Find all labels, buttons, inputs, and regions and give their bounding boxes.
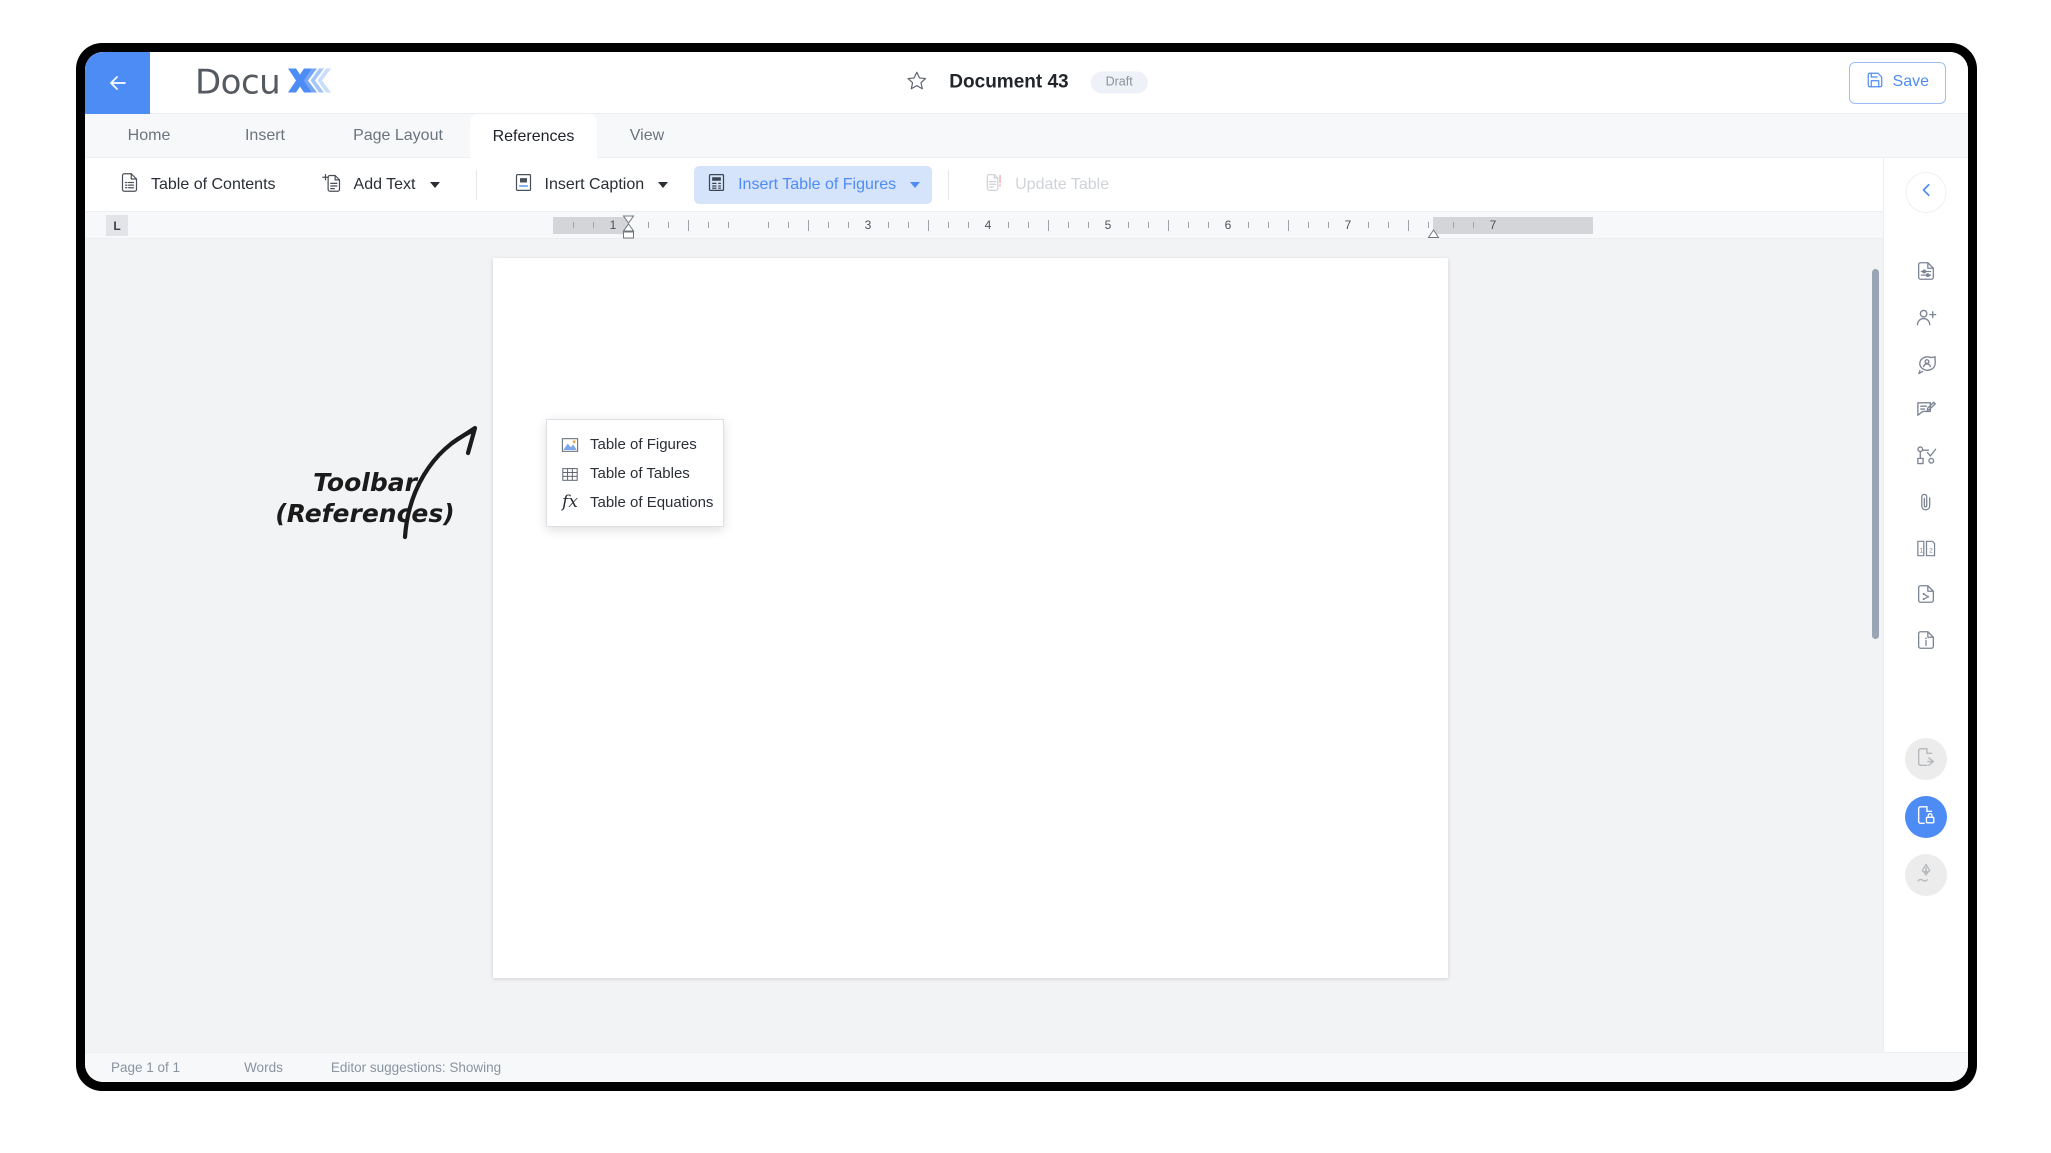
svg-text:2: 2	[1928, 547, 1932, 554]
tab-view[interactable]: View	[612, 114, 682, 158]
editor-suggestions-status[interactable]: Editor suggestions: Showing	[331, 1060, 501, 1075]
tab-home[interactable]: Home	[109, 114, 189, 158]
chevron-left-icon	[1917, 181, 1935, 204]
tab-references[interactable]: References	[470, 114, 597, 159]
menu-item-label: Table of Figures	[590, 436, 697, 453]
add-person-icon[interactable]	[1909, 300, 1943, 334]
insert-table-of-figures-menu[interactable]: Table of Figures Table of Tables fx Tabl…	[546, 419, 724, 527]
toolbar-divider	[948, 169, 950, 200]
ruler-number: 5	[1104, 218, 1112, 232]
status-badge: Draft	[1090, 71, 1148, 94]
ruler-number: 7	[1489, 218, 1497, 232]
image-picture-icon	[561, 436, 579, 454]
tab-page-layout[interactable]: Page Layout	[333, 114, 463, 158]
update-table-button: Update Table	[971, 166, 1121, 204]
page-count-status[interactable]: Page 1 of 1	[111, 1060, 180, 1075]
ruler-corner-tab-stop[interactable]: L	[106, 215, 128, 236]
ruler-number: 7	[1344, 218, 1352, 232]
tab-insert[interactable]: Insert	[225, 114, 305, 158]
back-button[interactable]	[85, 52, 150, 114]
document-lock-button[interactable]	[1905, 796, 1947, 838]
chevron-down-icon	[429, 181, 440, 188]
star-outline-icon[interactable]	[905, 69, 927, 96]
add-text-label: Add Text	[353, 175, 416, 193]
document-version-icon[interactable]	[1909, 577, 1943, 611]
compare-documents-icon[interactable]: 1 2	[1909, 531, 1943, 565]
table-of-contents-label: Table of Contents	[151, 175, 276, 193]
menu-item-table-of-tables[interactable]: Table of Tables	[547, 459, 723, 488]
document-share-icon	[1915, 746, 1937, 773]
brand-logo[interactable]: Docu	[195, 64, 336, 101]
arrow-left-icon	[106, 71, 130, 95]
insert-caption-label: Insert Caption	[544, 175, 645, 193]
app-window: Docu Document 43 Draft Save Home Insert …	[85, 52, 1968, 1082]
menu-item-table-of-figures[interactable]: Table of Figures	[547, 430, 723, 459]
ruler-right-margin	[1433, 217, 1593, 234]
svg-text:1: 1	[1919, 547, 1923, 554]
ruler-number: 4	[984, 218, 992, 232]
document-list-icon	[119, 172, 140, 198]
ruler-number: 1	[609, 218, 617, 232]
page-title: Document 43	[949, 71, 1069, 93]
ribbon-tabs: Home Insert Page Layout References View	[85, 114, 1968, 159]
insert-table-of-figures-button[interactable]: Insert Table of Figures	[694, 165, 933, 204]
document-canvas[interactable]: Toolbar (References) Table of Figures Ta…	[85, 239, 1883, 1052]
comment-person-icon[interactable]	[1909, 346, 1943, 380]
save-button[interactable]: Save	[1848, 61, 1946, 104]
ruler-number: 3	[864, 218, 872, 232]
save-button-label: Save	[1892, 73, 1929, 90]
document-lock-icon	[1915, 804, 1937, 831]
ruler-track[interactable]: 1 3 4 5 6 7 7	[553, 215, 1593, 239]
right-sidebar: 1 2	[1883, 158, 1968, 1052]
toolbar-references: Table of Contents Add Text Insert Captio…	[85, 158, 1968, 212]
status-bar: Page 1 of 1 Words Editor suggestions: Sh…	[85, 1052, 1968, 1082]
chevron-down-icon	[910, 181, 921, 188]
review-edit-icon[interactable]	[1909, 392, 1943, 426]
workflow-approve-icon[interactable]	[1909, 438, 1943, 472]
table-of-contents-button[interactable]: Table of Contents	[107, 166, 288, 204]
sidebar-collapse-button[interactable]	[1905, 172, 1947, 213]
document-properties-icon[interactable]	[1909, 254, 1943, 288]
menu-item-label: Table of Equations	[590, 494, 714, 511]
add-text-button[interactable]: Add Text	[310, 166, 452, 204]
device-frame: Docu Document 43 Draft Save Home Insert …	[76, 43, 1977, 1091]
ruler: L 1 3 4 5 6 7 7	[85, 212, 1968, 239]
update-table-label: Update Table	[1015, 175, 1110, 193]
toolbar-divider	[475, 169, 477, 200]
signature-pen-button[interactable]	[1905, 854, 1947, 896]
caption-box-icon	[513, 172, 534, 198]
document-add-icon	[321, 172, 343, 198]
signature-pen-icon	[1915, 862, 1937, 889]
grid-table-icon	[561, 465, 579, 483]
chevron-down-icon	[658, 181, 669, 188]
brand-name: Docu	[195, 62, 281, 103]
insert-caption-button[interactable]: Insert Caption	[501, 166, 681, 204]
annotation-label: Toolbar (References)	[275, 468, 455, 529]
document-share-button[interactable]	[1905, 738, 1947, 780]
document-refresh-icon	[983, 172, 1004, 198]
title-bar: Docu Document 43 Draft Save	[85, 52, 1968, 114]
menu-item-table-of-equations[interactable]: fx Table of Equations	[547, 488, 723, 517]
ruler-number: 6	[1224, 218, 1232, 232]
document-info-icon[interactable]	[1909, 623, 1943, 657]
floppy-disk-icon	[1866, 71, 1884, 94]
fx-function-icon: fx	[562, 492, 578, 512]
word-count-status[interactable]: Words	[244, 1060, 283, 1075]
document-title-group: Document 43 Draft	[905, 69, 1148, 96]
document-page[interactable]	[493, 258, 1448, 978]
paperclip-attachment-icon[interactable]	[1909, 485, 1943, 519]
table-of-figures-icon	[706, 172, 727, 198]
ruler-left-margin	[553, 217, 628, 234]
docux-logomark	[286, 64, 336, 101]
insert-table-of-figures-label: Insert Table of Figures	[738, 175, 897, 193]
vertical-scrollbar[interactable]	[1872, 269, 1879, 639]
menu-item-label: Table of Tables	[590, 465, 690, 482]
